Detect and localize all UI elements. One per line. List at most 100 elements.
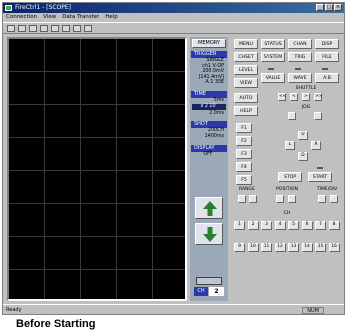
value-led <box>268 68 274 70</box>
ch-value: 2 <box>209 287 224 296</box>
channel-indicator: CH 2 <box>192 277 226 297</box>
f5-button[interactable]: F5 <box>236 175 252 185</box>
grid-line <box>9 104 185 105</box>
ch-button-2[interactable]: 2 <box>247 221 259 230</box>
ch-button-9[interactable]: 9 <box>234 243 245 252</box>
grid-line <box>44 39 45 299</box>
position-label: POSITION <box>276 187 298 192</box>
ch-button-11[interactable]: 11 <box>261 243 272 252</box>
new-icon[interactable] <box>7 25 15 32</box>
scroll-down-button[interactable] <box>195 223 223 245</box>
display-header: DISPLAY <box>191 145 227 152</box>
f3-button[interactable]: F3 <box>236 149 252 159</box>
up-button[interactable]: U <box>298 131 308 140</box>
ch-button-16[interactable]: 16 <box>328 243 340 252</box>
ch-button-14[interactable]: 14 <box>301 243 313 252</box>
shuttle-forward-button[interactable]: > <box>302 93 310 101</box>
timediv-label: TIME/DIV <box>316 187 338 192</box>
app-icon <box>5 5 12 11</box>
shuttle-fastforward-button[interactable]: >> <box>314 93 322 101</box>
ab-button[interactable]: A:B <box>315 73 339 83</box>
jog-left-button[interactable] <box>288 112 296 120</box>
grid-line <box>116 39 117 299</box>
tool-icon[interactable] <box>62 25 70 32</box>
menu-help[interactable]: Help <box>105 13 118 22</box>
ch-button-3[interactable]: 3 <box>261 221 272 230</box>
tool-icon[interactable] <box>84 25 92 32</box>
wave-button[interactable]: WAVE <box>288 73 312 83</box>
ch-button-12[interactable]: 12 <box>274 243 286 252</box>
chset-button[interactable]: CHSET <box>234 52 258 62</box>
arrow-up-icon <box>203 201 217 216</box>
range-up-button[interactable] <box>249 195 257 203</box>
ch-buttons-label: CH <box>283 211 291 216</box>
grid-line <box>9 71 185 72</box>
menu-view[interactable]: View <box>43 13 56 22</box>
down-button[interactable]: D <box>298 152 308 161</box>
jog-right-button[interactable] <box>314 112 322 120</box>
ch-button-5[interactable]: 5 <box>288 221 299 230</box>
memory-button[interactable]: MEMORY <box>192 39 226 48</box>
status-text: Ready <box>6 307 22 313</box>
grid-line <box>9 203 185 204</box>
minimize-button[interactable]: _ <box>316 4 324 11</box>
copy-icon[interactable] <box>51 25 59 32</box>
grid-line <box>9 236 185 237</box>
grid-line <box>9 170 185 171</box>
ch-button-7[interactable]: 7 <box>315 221 326 230</box>
value-button[interactable]: VALUE <box>261 73 285 83</box>
f1-button[interactable]: F1 <box>236 123 252 133</box>
ch-button-6[interactable]: 6 <box>301 221 313 230</box>
timediv-up-button[interactable] <box>330 195 338 203</box>
control-panel: MENU STATUS CHAN DISP CHSET SYSTEM TRIG … <box>232 37 344 301</box>
trigger-line: A 1 30E <box>205 80 224 85</box>
ch-button-10[interactable]: 10 <box>247 243 259 252</box>
file-button[interactable]: FILE <box>315 52 339 62</box>
ch-button-15[interactable]: 15 <box>315 243 326 252</box>
f4-button[interactable]: F4 <box>236 162 252 172</box>
stop-button[interactable]: STOP <box>278 172 302 182</box>
menu-connection[interactable]: Connection <box>6 13 37 22</box>
ch-button-4[interactable]: 4 <box>274 221 286 230</box>
status-button[interactable]: STATUS <box>261 39 285 49</box>
print-icon[interactable] <box>40 25 48 32</box>
maximize-button[interactable]: □ <box>325 4 333 11</box>
trig-button[interactable]: TRIG <box>288 52 312 62</box>
disp-button[interactable]: DISP <box>315 39 339 49</box>
menu-button[interactable]: MENU <box>234 39 258 49</box>
right-button[interactable]: R <box>311 141 321 150</box>
start-led <box>317 167 323 169</box>
open-icon[interactable] <box>18 25 26 32</box>
range-down-button[interactable] <box>238 195 246 203</box>
left-button[interactable]: L <box>285 141 295 150</box>
shuttle-rewind-button[interactable]: << <box>278 93 286 101</box>
start-button[interactable]: START <box>308 172 332 182</box>
jog-label: JOG <box>301 105 311 110</box>
time-header: TIME <box>191 91 227 98</box>
help-button[interactable]: HELP <box>234 106 258 116</box>
ch-button-1[interactable]: 1 <box>234 221 245 230</box>
timediv-down-button[interactable] <box>318 195 326 203</box>
ch-button-13[interactable]: 13 <box>288 243 299 252</box>
grid-line <box>9 269 185 270</box>
position-down-button[interactable] <box>276 195 284 203</box>
chan-button[interactable]: CHAN <box>288 39 312 49</box>
scroll-up-button[interactable] <box>195 197 223 219</box>
save-icon[interactable] <box>29 25 37 32</box>
f2-button[interactable]: F2 <box>236 136 252 146</box>
position-up-button[interactable] <box>288 195 296 203</box>
num-indicator: NUM <box>302 307 324 314</box>
grid-line <box>80 39 81 299</box>
auto-button[interactable]: AUTO <box>234 93 258 103</box>
menu-data-transfer[interactable]: Data Transfer <box>62 13 99 22</box>
shuttle-back-button[interactable]: < <box>290 93 298 101</box>
toolbar <box>3 22 344 34</box>
range-label: RANGE <box>238 187 256 192</box>
tool-icon[interactable] <box>73 25 81 32</box>
system-button[interactable]: SYSTEM <box>261 52 285 62</box>
view-button[interactable]: VIEW <box>234 78 258 88</box>
level-button[interactable]: LEVEL <box>234 65 258 75</box>
ab-led <box>322 68 328 70</box>
ch-button-8[interactable]: 8 <box>328 221 340 230</box>
close-button[interactable]: × <box>334 4 342 11</box>
